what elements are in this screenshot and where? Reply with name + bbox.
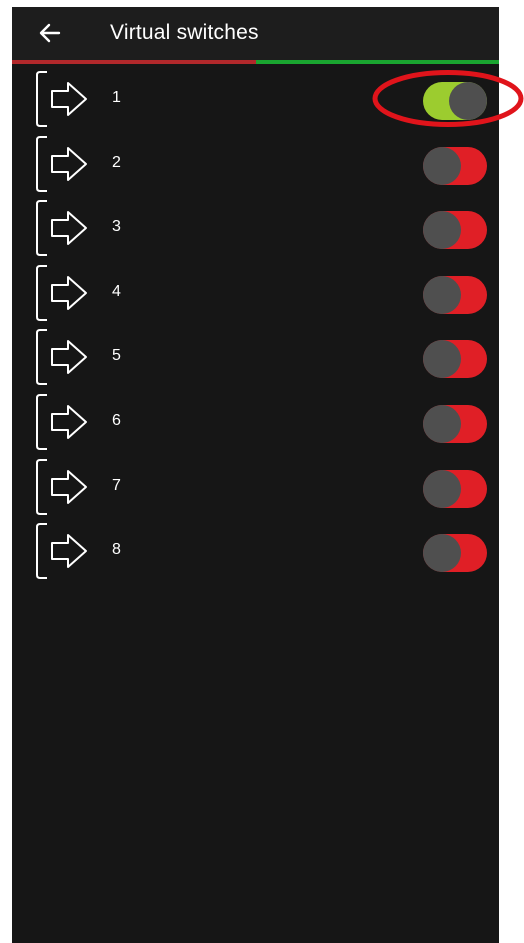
switch-label: 4	[112, 282, 121, 300]
toggle-knob	[423, 534, 461, 573]
switch-label: 8	[112, 541, 121, 559]
toggle-knob	[423, 404, 461, 443]
switch-label: 3	[112, 218, 121, 236]
output-arrow-icon	[36, 329, 87, 386]
switch-row-8: 8	[12, 518, 499, 583]
switch-row-4: 4	[12, 260, 499, 325]
back-arrow-icon[interactable]	[36, 19, 64, 47]
switch-toggle-1[interactable]	[423, 82, 487, 120]
switch-label: 7	[112, 476, 121, 494]
switch-toggle-8[interactable]	[423, 534, 487, 573]
output-arrow-icon	[36, 71, 87, 127]
page-title: Virtual switches	[110, 21, 259, 44]
switch-toggle-4[interactable]	[423, 275, 487, 314]
switch-label: 5	[112, 347, 121, 365]
toggle-knob	[423, 211, 461, 250]
switch-toggle-6[interactable]	[423, 404, 487, 443]
tab-indicator-left	[12, 60, 256, 64]
switch-toggle-3[interactable]	[423, 211, 487, 250]
switch-row-6: 6	[12, 389, 499, 454]
switch-row-1: 1	[12, 66, 499, 131]
output-arrow-icon	[36, 200, 87, 257]
toggle-knob	[423, 275, 461, 314]
switch-label: 2	[112, 153, 121, 171]
switch-row-3: 3	[12, 195, 499, 260]
toggle-knob	[423, 469, 461, 508]
output-arrow-icon	[36, 458, 87, 515]
switch-toggle-2[interactable]	[423, 146, 487, 185]
switch-row-5: 5	[12, 324, 499, 389]
switch-toggle-7[interactable]	[423, 469, 487, 508]
toggle-knob	[423, 146, 461, 185]
tab-indicator-right	[256, 60, 499, 64]
output-arrow-icon	[36, 523, 87, 580]
output-arrow-icon	[36, 135, 87, 192]
switch-row-7: 7	[12, 454, 499, 519]
app-screen: Virtual switches 1 2 3 4 5 6 7 8	[12, 7, 499, 943]
switch-list: 1 2 3 4 5 6 7 8	[12, 66, 499, 583]
output-arrow-icon	[36, 393, 87, 450]
app-bar: Virtual switches	[12, 7, 499, 60]
toggle-knob	[449, 82, 487, 120]
toggle-knob	[423, 340, 461, 379]
switch-row-2: 2	[12, 131, 499, 196]
output-arrow-icon	[36, 264, 87, 321]
switch-toggle-5[interactable]	[423, 340, 487, 379]
switch-label: 1	[112, 89, 121, 106]
switch-label: 6	[112, 411, 121, 429]
